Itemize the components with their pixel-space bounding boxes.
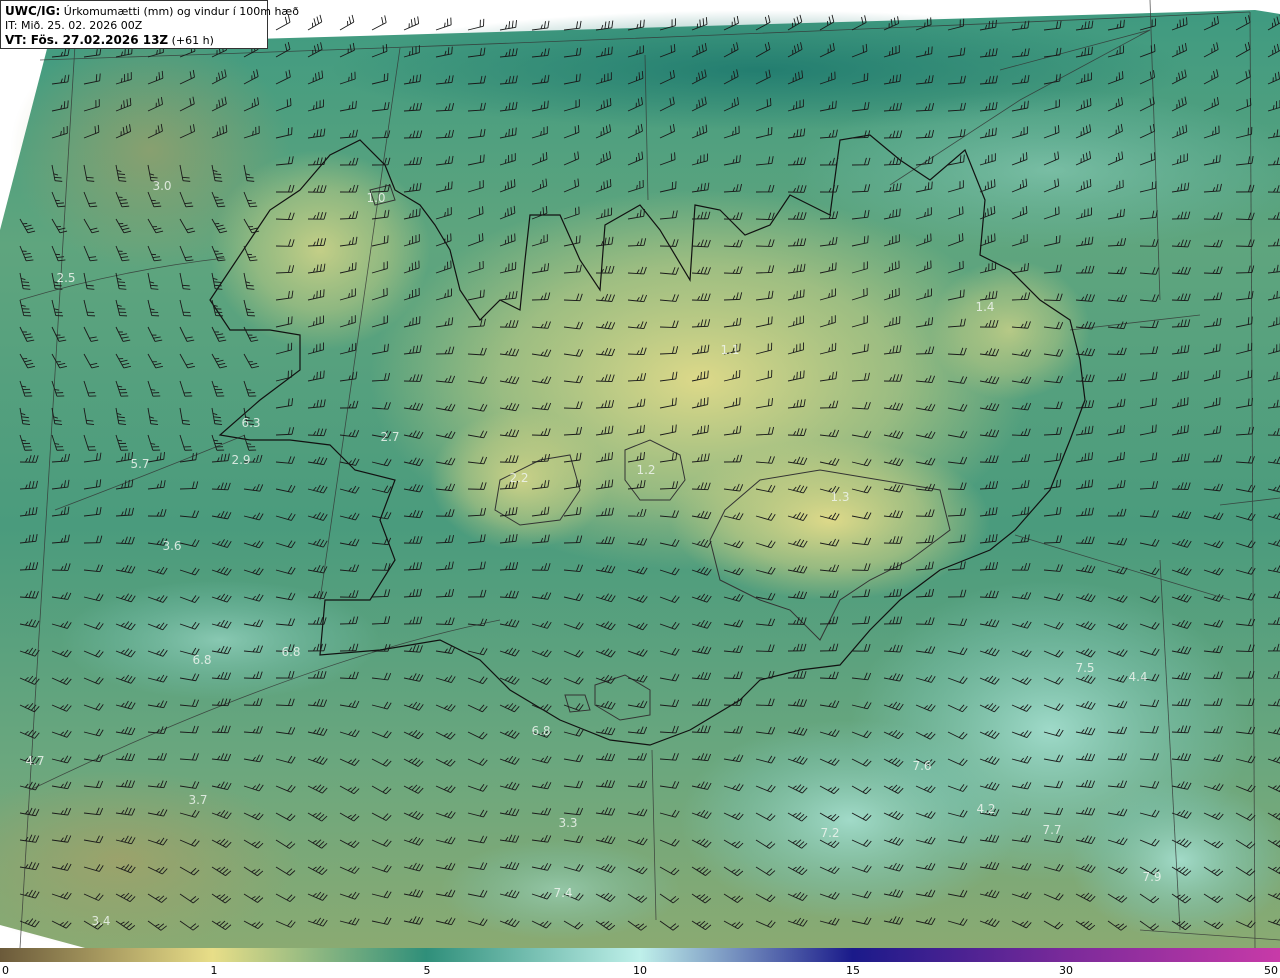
forecast-hour: (+61 h) xyxy=(171,34,214,47)
colorbar-tick-2: 5 xyxy=(423,964,431,977)
value-label: 3.0 xyxy=(152,179,171,193)
valid-time: VT: Fös. 27.02.2026 13Z xyxy=(5,33,169,47)
value-label: 1.4 xyxy=(975,300,994,314)
value-label: 3.7 xyxy=(188,793,207,807)
colorbar-tick-0: 0 xyxy=(2,964,9,977)
value-label: 6.8 xyxy=(531,724,550,738)
value-label: 7.9 xyxy=(1142,870,1161,884)
init-time: IT: Mið. 25. 02. 2026 00Z xyxy=(5,19,143,32)
value-label: 4.4 xyxy=(1128,670,1147,684)
value-label: 2.7 xyxy=(380,430,399,444)
value-label: 3.6 xyxy=(162,539,181,553)
map-title: Úrkomumætti (mm) og vindur í 100m hæð xyxy=(63,5,299,18)
value-label: 2.5 xyxy=(56,271,75,285)
value-label: 3.4 xyxy=(91,914,110,928)
value-label: 6.3 xyxy=(241,416,260,430)
value-label: 7.2 xyxy=(820,826,839,840)
value-label: 6.8 xyxy=(192,653,211,667)
value-label: 7.7 xyxy=(1042,823,1061,837)
colorbar-tick-5: 30 xyxy=(1059,964,1073,977)
value-label: 4.2 xyxy=(976,802,995,816)
colorbar-tick-6: 50 xyxy=(1264,964,1278,977)
value-label: 3.3 xyxy=(558,816,577,830)
colorbar-tick-4: 15 xyxy=(846,964,860,977)
value-label: 7.6 xyxy=(912,759,931,773)
colorbar-tick-3: 10 xyxy=(633,964,647,977)
info-box: UWC/IG: Úrkomumætti (mm) og vindur í 100… xyxy=(0,0,299,49)
value-label: 2.9 xyxy=(231,453,250,467)
colorbar-tick-1: 1 xyxy=(210,964,218,977)
value-label: 7.4 xyxy=(553,886,572,900)
product-code: UWC/IG: xyxy=(5,4,61,18)
value-label: 7.5 xyxy=(1075,661,1094,675)
value-label: 1.3 xyxy=(830,490,849,504)
value-label: 1.2 xyxy=(636,463,655,477)
value-label: 1.0 xyxy=(366,191,385,205)
value-label: 6.8 xyxy=(281,645,300,659)
value-label: 5.7 xyxy=(130,457,149,471)
value-label: 4.7 xyxy=(25,754,44,768)
value-label: 1.1 xyxy=(720,343,739,357)
value-label: 2.2 xyxy=(509,471,528,485)
colorbar xyxy=(0,948,1280,962)
forecast-map[interactable]: 3.0 2.5 6.3 5.7 2.9 2.7 2.2 3.6 6.8 6.8 6.8 4.7 3.7 3… xyxy=(0,0,1280,948)
